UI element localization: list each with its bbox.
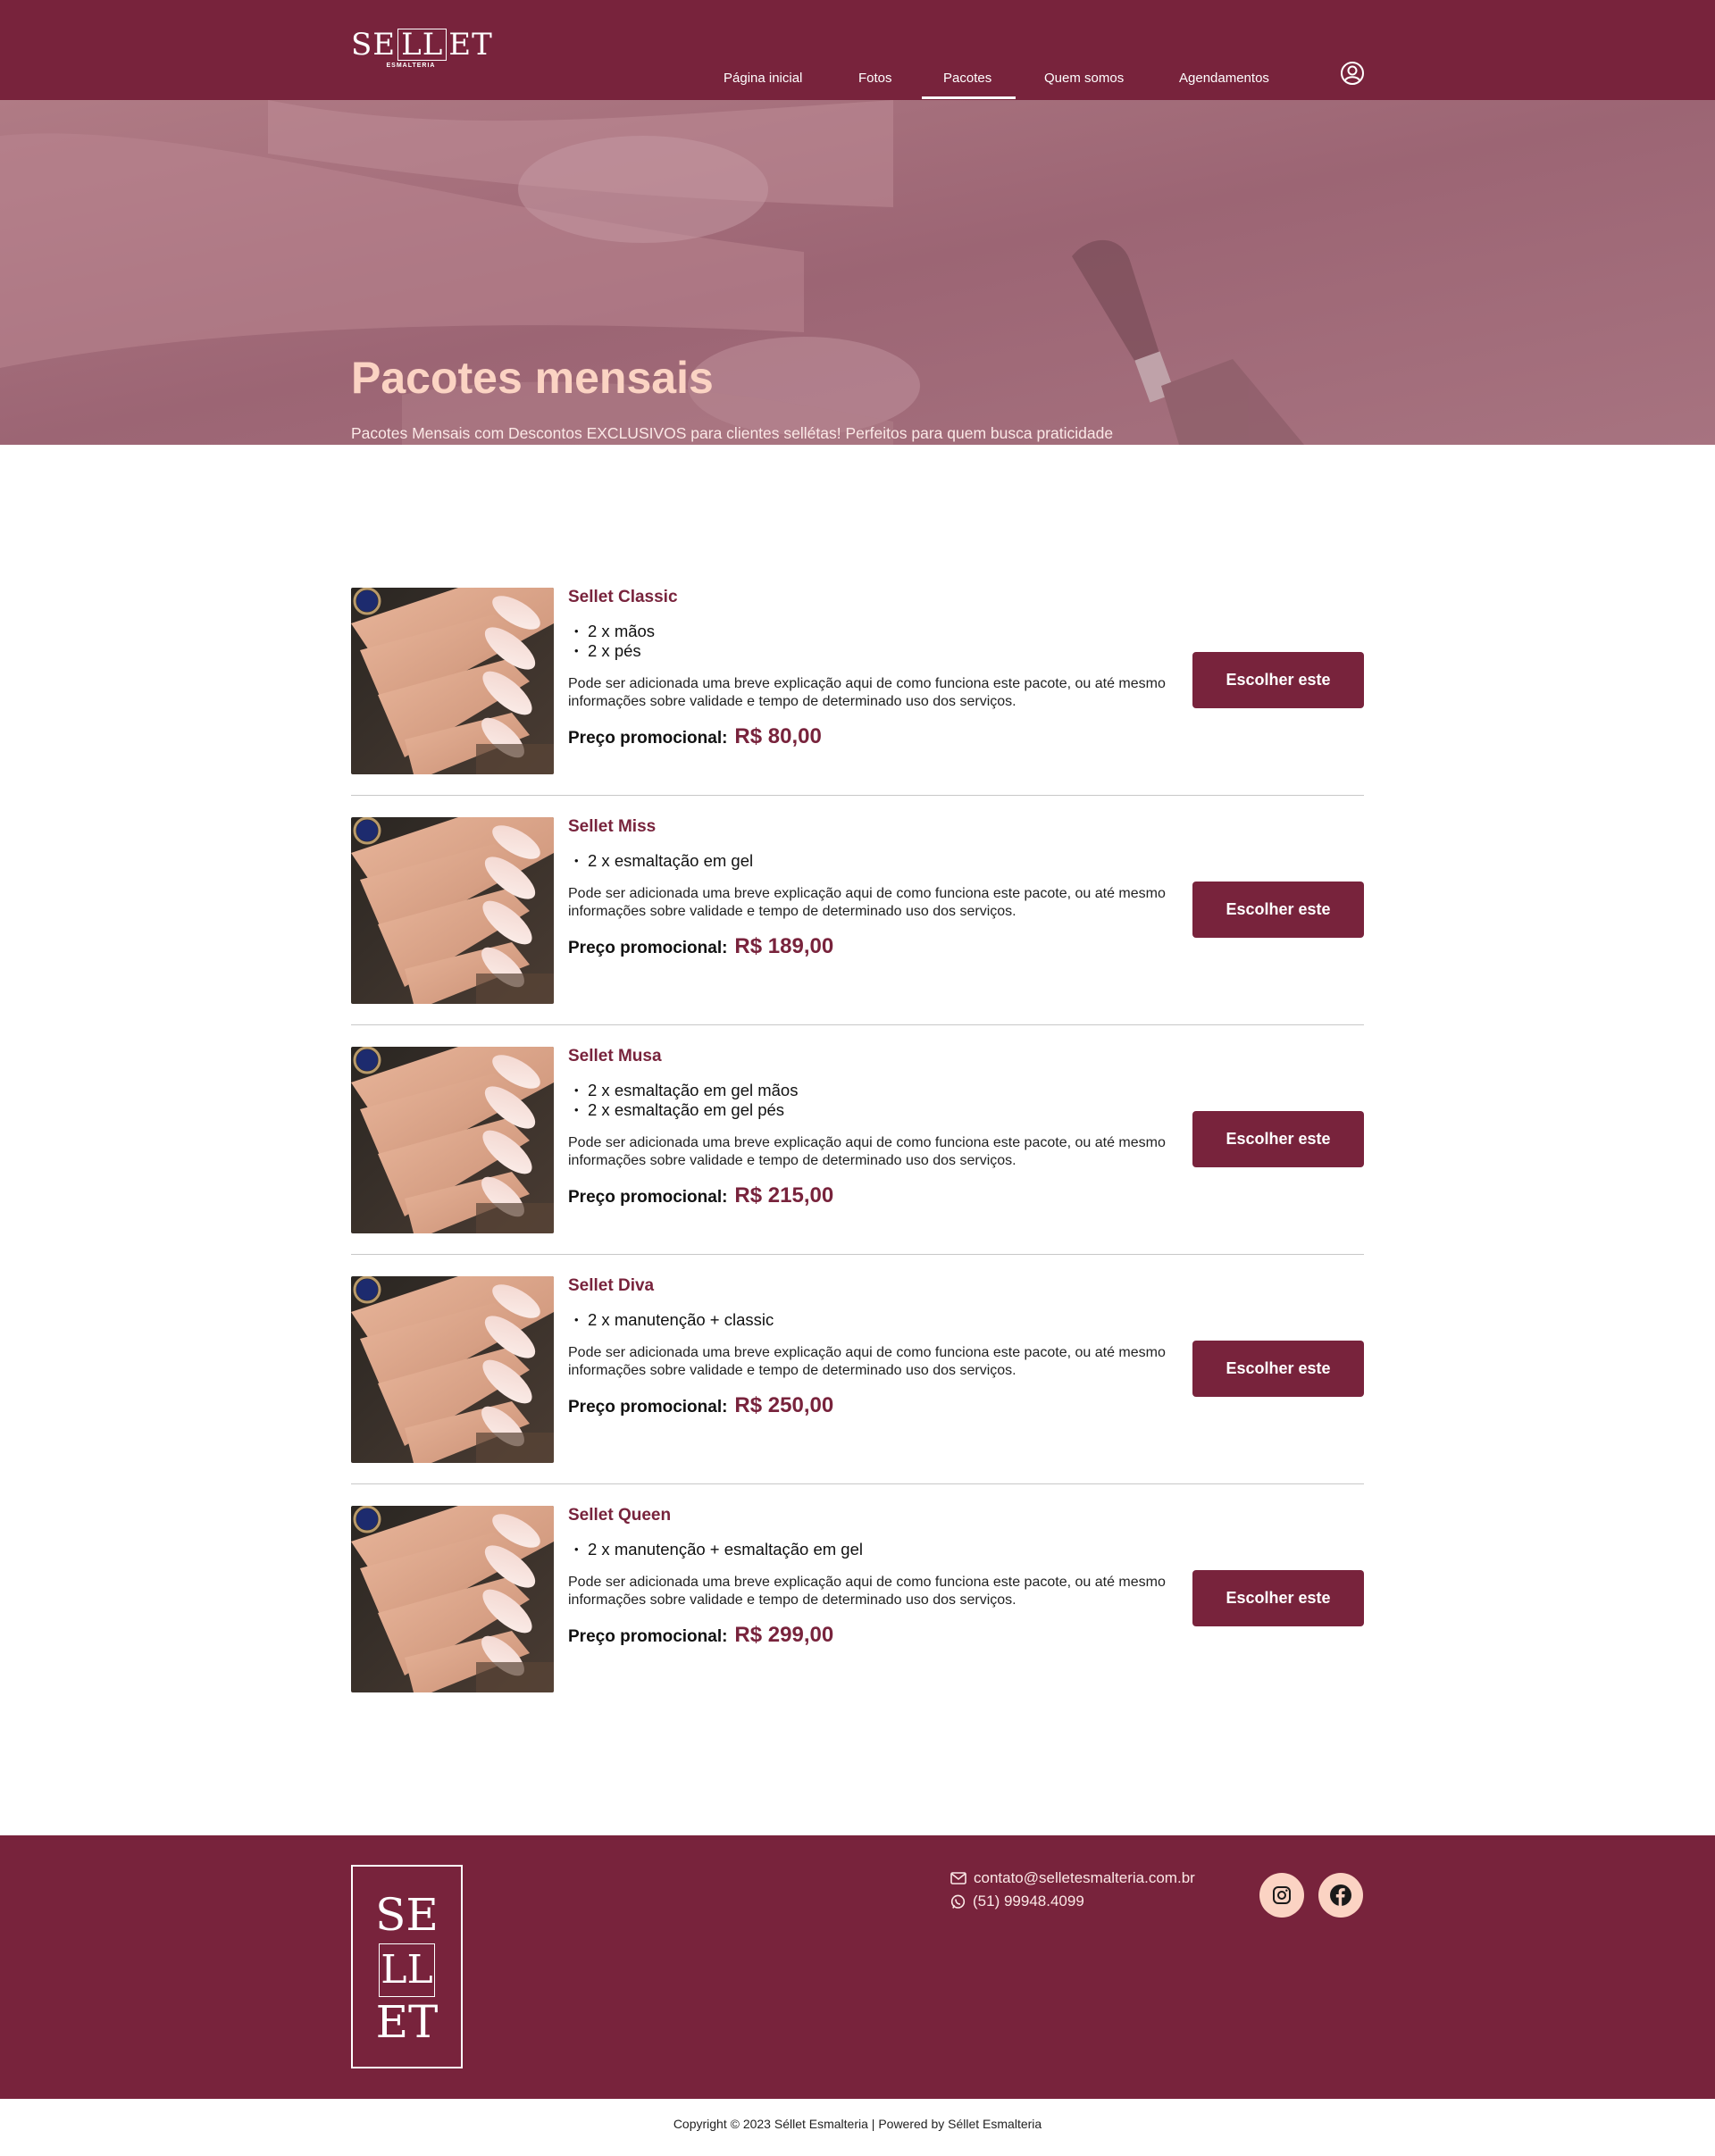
package-item: 2 x manutenção + esmaltação em gel	[574, 1540, 863, 1559]
package-price: Preço promocional: R$ 189,00	[568, 934, 833, 959]
choose-package-button[interactable]: Escolher este	[1192, 1570, 1364, 1626]
package-name: Sellet Classic	[568, 588, 678, 606]
package-description: Pode ser adicionada uma breve explicação…	[568, 1345, 1166, 1378]
choose-package-button[interactable]: Escolher este	[1192, 1111, 1364, 1167]
logo-wordmark: SE LL ET	[351, 27, 492, 63]
package-card: Sellet Diva 2 x manutenção + classic Pod…	[351, 1276, 1364, 1463]
package-name: Sellet Diva	[568, 1276, 655, 1295]
package-price: Preço promocional: R$ 299,00	[568, 1623, 833, 1648]
package-card: Sellet Queen 2 x manutenção + esmaltação…	[351, 1506, 1364, 1692]
hero-background-image	[0, 100, 1715, 445]
site-logo[interactable]: SE LL ET ESMALTERIA	[351, 27, 492, 73]
price-value: R$ 299,00	[734, 1623, 834, 1647]
package-card: Sellet Musa 2 x esmaltação em gel mãos 2…	[351, 1047, 1364, 1233]
package-name: Sellet Miss	[568, 817, 657, 836]
package-item: 2 x esmaltação em gel pés	[574, 1100, 798, 1120]
instagram-icon[interactable]	[1259, 1873, 1304, 1918]
package-items: 2 x manutenção + classic	[574, 1310, 774, 1330]
footer-logo-line2: LL	[379, 1943, 435, 1997]
logo-text-right: ET	[448, 27, 493, 63]
phone-text: (51) 99948.4099	[973, 1893, 1084, 1909]
price-label: Preço promocional:	[568, 1627, 728, 1646]
price-value: R$ 189,00	[734, 934, 834, 958]
user-circle-icon[interactable]	[1340, 61, 1365, 86]
package-items: 2 x esmaltação em gel mãos 2 x esmaltaçã…	[574, 1081, 798, 1120]
package-item: 2 x esmaltação em gel	[574, 851, 753, 871]
price-label: Preço promocional:	[568, 1398, 728, 1416]
price-value: R$ 215,00	[734, 1183, 834, 1208]
nav-item-agendamentos[interactable]: Agendamentos	[1179, 71, 1269, 86]
package-image	[351, 1506, 554, 1692]
package-item: 2 x mãos	[574, 622, 655, 641]
divider	[351, 1024, 1364, 1025]
nav-item-pacotes[interactable]: Pacotes	[943, 71, 991, 86]
package-price: Preço promocional: R$ 215,00	[568, 1183, 833, 1208]
footer-logo: SE LL ET	[351, 1865, 463, 2068]
copyright: Copyright © 2023 Séllet Esmalteria | Pow…	[673, 2117, 1042, 2131]
package-item: 2 x pés	[574, 641, 655, 661]
package-image	[351, 1276, 554, 1463]
logo-subtitle: ESMALTERIA	[386, 63, 436, 69]
choose-package-button[interactable]: Escolher este	[1192, 652, 1364, 708]
package-description: Pode ser adicionada uma breve explicação…	[568, 676, 1166, 709]
logo-text-left: SE	[351, 27, 397, 63]
footer-logo-line3: ET	[375, 1996, 439, 2048]
contact-phone[interactable]: (51) 99948.4099	[950, 1893, 1084, 1910]
package-card: Sellet Miss 2 x esmaltação em gel Pode s…	[351, 817, 1364, 1004]
package-price: Preço promocional: R$ 80,00	[568, 724, 822, 749]
price-value: R$ 80,00	[734, 724, 822, 748]
price-label: Preço promocional:	[568, 939, 728, 957]
package-item: 2 x manutenção + classic	[574, 1310, 774, 1330]
choose-package-button[interactable]: Escolher este	[1192, 882, 1364, 938]
package-items: 2 x mãos 2 x pés	[574, 622, 655, 661]
package-description: Pode ser adicionada uma breve explicação…	[568, 886, 1166, 919]
package-items: 2 x esmaltação em gel	[574, 851, 753, 871]
package-image	[351, 817, 554, 1004]
price-label: Preço promocional:	[568, 1188, 728, 1207]
active-nav-indicator	[922, 96, 1016, 99]
site-footer: SE LL ET contato@selletesmalteria.com.br…	[0, 1835, 1715, 2099]
site-header: SE LL ET ESMALTERIA Página inicial Fotos P…	[0, 0, 1715, 100]
whatsapp-icon	[950, 1894, 966, 1909]
package-name: Sellet Musa	[568, 1047, 662, 1065]
nav-item-quem-somos[interactable]: Quem somos	[1044, 71, 1124, 86]
hero-banner: Pacotes mensais Pacotes Mensais com Desc…	[0, 100, 1715, 445]
footer-logo-line1: SE	[375, 1889, 439, 1941]
nav-item-pagina-inicial[interactable]: Página inicial	[724, 71, 802, 86]
package-image	[351, 1047, 554, 1233]
price-value: R$ 250,00	[734, 1393, 834, 1417]
facebook-icon[interactable]	[1318, 1873, 1363, 1918]
package-description: Pode ser adicionada uma breve explicação…	[568, 1575, 1166, 1608]
package-description: Pode ser adicionada uma breve explicação…	[568, 1135, 1166, 1168]
divider	[351, 1483, 1364, 1484]
divider	[351, 1254, 1364, 1255]
package-items: 2 x manutenção + esmaltação em gel	[574, 1540, 863, 1559]
nav-item-fotos[interactable]: Fotos	[858, 71, 892, 86]
package-name: Sellet Queen	[568, 1506, 672, 1525]
package-price: Preço promocional: R$ 250,00	[568, 1393, 833, 1418]
hero-description: Pacotes Mensais com Descontos EXCLUSIVOS…	[351, 424, 1114, 442]
page-title: Pacotes mensais	[351, 353, 714, 403]
contact-email[interactable]: contato@selletesmalteria.com.br	[950, 1869, 1195, 1887]
envelope-icon	[950, 1872, 966, 1884]
package-item: 2 x esmaltação em gel mãos	[574, 1081, 798, 1100]
choose-package-button[interactable]: Escolher este	[1192, 1341, 1364, 1397]
email-text: contato@selletesmalteria.com.br	[974, 1869, 1195, 1886]
package-card: Sellet Classic 2 x mãos 2 x pés Pode ser…	[351, 588, 1364, 774]
price-label: Preço promocional:	[568, 729, 728, 748]
logo-text-box: LL	[397, 29, 448, 61]
divider	[351, 795, 1364, 796]
package-image	[351, 588, 554, 774]
